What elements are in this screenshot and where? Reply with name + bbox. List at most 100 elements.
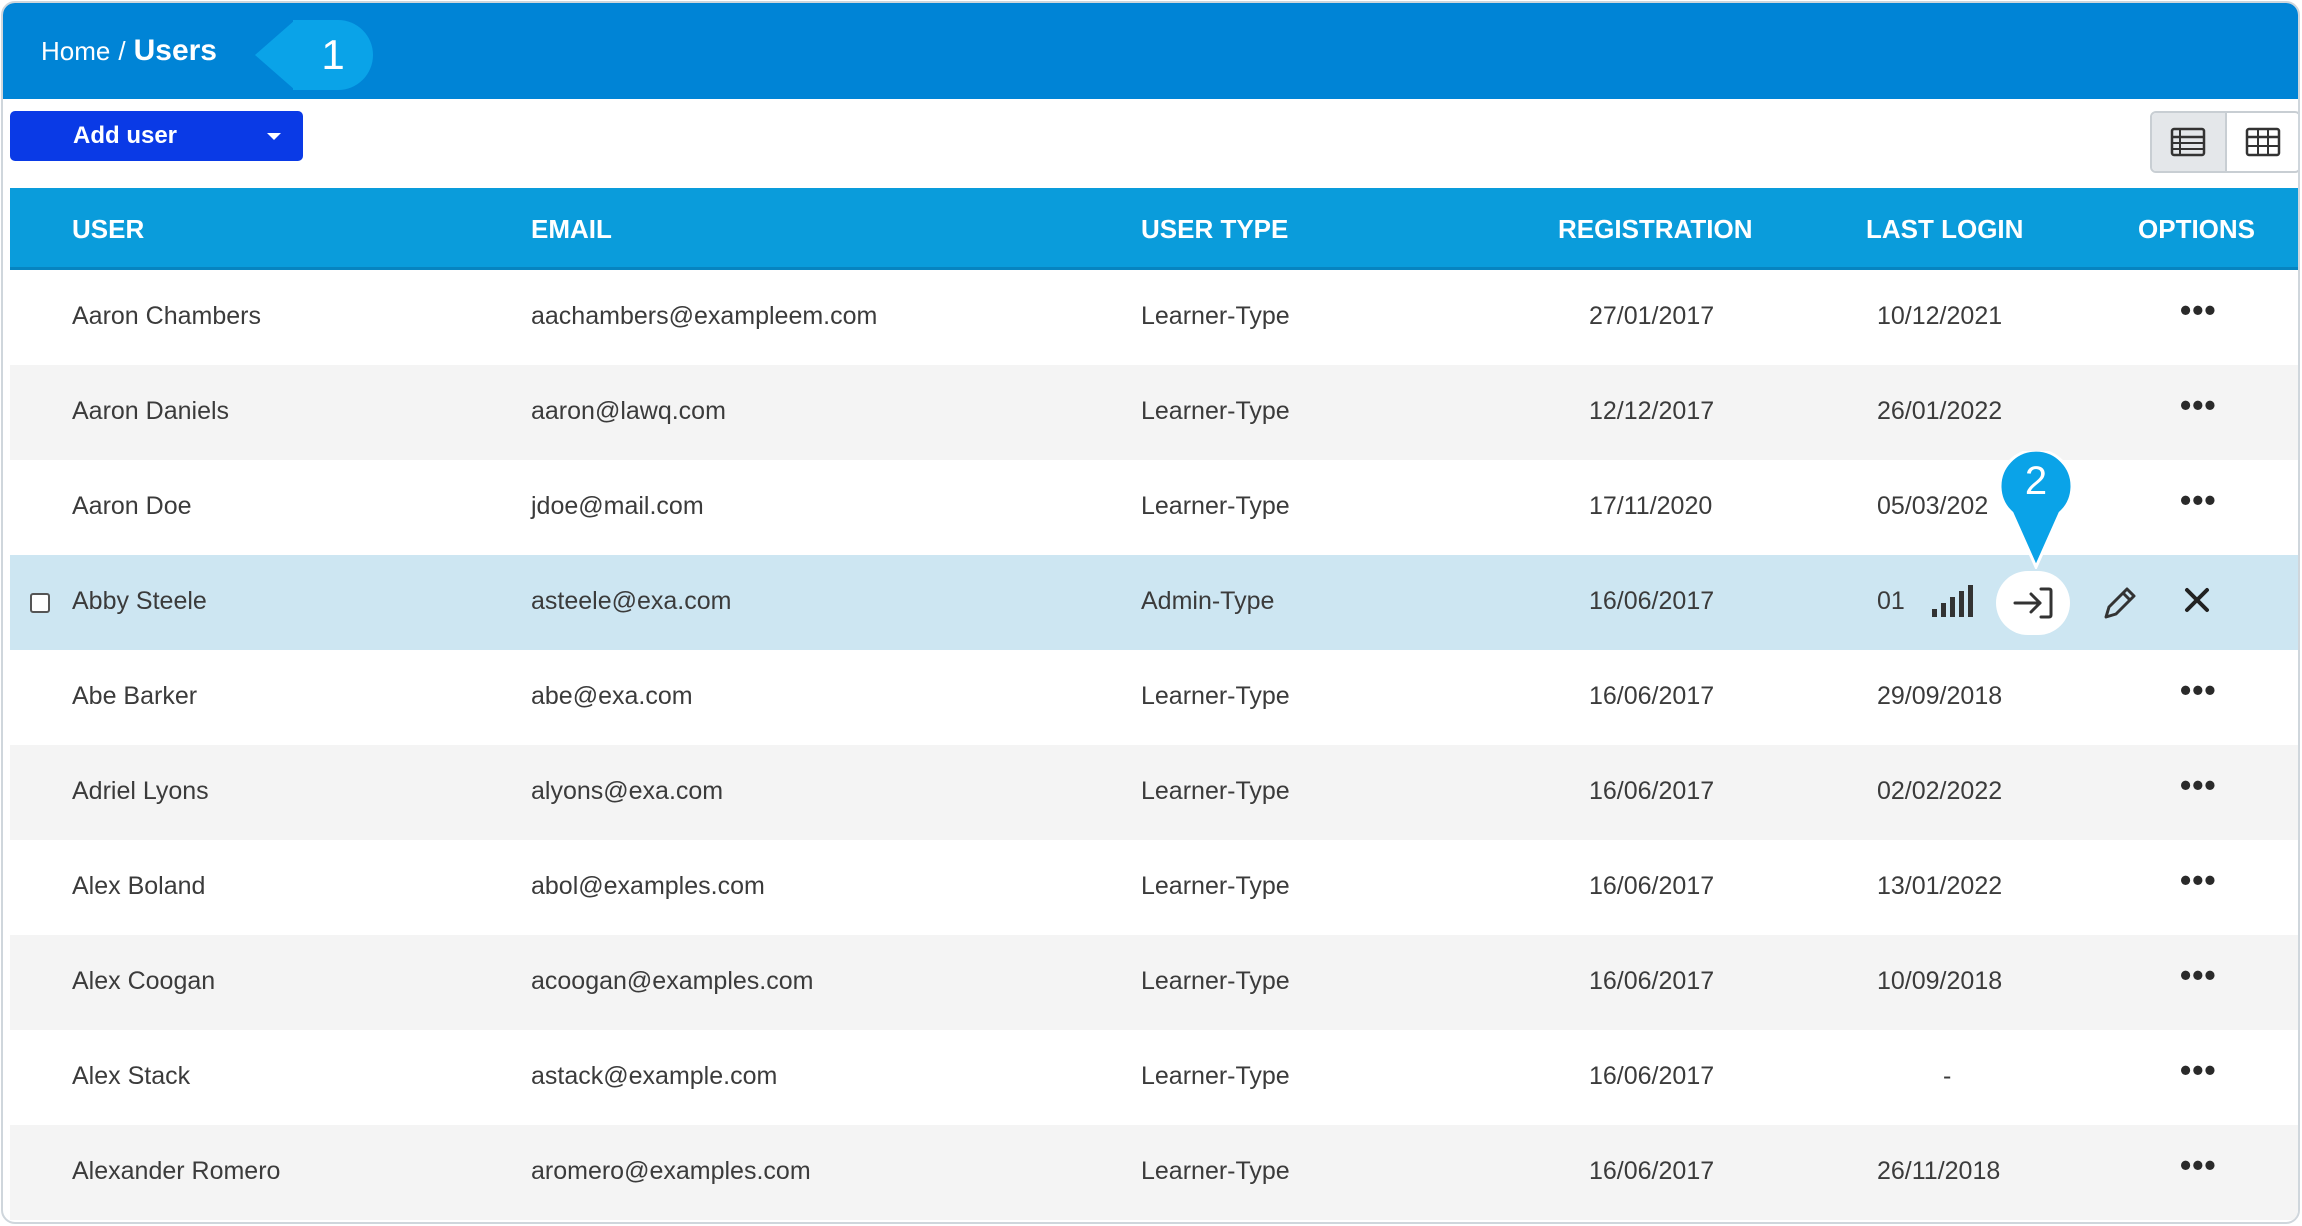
- login-arrow-icon: [2013, 587, 2053, 619]
- more-options-icon[interactable]: •••: [2180, 1149, 2217, 1181]
- user-type: Learner-Type: [1141, 397, 1290, 425]
- user-name: Alex Coogan: [72, 967, 216, 995]
- last-login-date: 13/01/2022: [1877, 872, 2003, 900]
- registration-date: 16/06/2017: [1589, 1157, 1715, 1185]
- list-view-button[interactable]: [2152, 113, 2227, 171]
- grid-view-button[interactable]: [2227, 113, 2299, 171]
- callout-pointer: [255, 20, 295, 90]
- user-type: Learner-Type: [1141, 1062, 1290, 1090]
- list-view-icon: [2171, 127, 2206, 157]
- user-email: alyons@exa.com: [531, 777, 724, 805]
- user-type: Learner-Type: [1141, 1157, 1290, 1185]
- more-options-icon[interactable]: •••: [2180, 674, 2217, 706]
- user-name: Abe Barker: [72, 682, 198, 710]
- row-select-checkbox[interactable]: [30, 593, 50, 613]
- table-row[interactable]: Alex Stack astack@example.com Learner-Ty…: [10, 1030, 2298, 1125]
- more-options-icon[interactable]: •••: [2180, 769, 2217, 801]
- user-type: Learner-Type: [1141, 777, 1290, 805]
- callout-number: 1: [293, 20, 373, 90]
- table-row[interactable]: Alexander Romero aromero@examples.com Le…: [10, 1125, 2298, 1220]
- user-name: Abby Steele: [72, 587, 207, 615]
- registration-date: 16/06/2017: [1589, 872, 1715, 900]
- user-email: asteele@exa.com: [531, 587, 732, 615]
- column-header-email[interactable]: EMAIL: [531, 214, 612, 245]
- breadcrumb-current: Users: [133, 34, 217, 67]
- grid-view-icon: [2245, 127, 2280, 157]
- registration-date: 16/06/2017: [1589, 587, 1715, 615]
- user-email: aromero@examples.com: [531, 1157, 811, 1185]
- user-name: Aaron Daniels: [72, 397, 230, 425]
- last-login-date: 29/09/2018: [1877, 682, 2003, 710]
- breadcrumb-separator: /: [118, 35, 126, 66]
- edit-pencil-icon[interactable]: [2100, 583, 2140, 623]
- user-type: Learner-Type: [1141, 967, 1290, 995]
- last-login-date: 26/01/2022: [1877, 397, 2003, 425]
- user-email: aaron@lawq.com: [531, 397, 726, 425]
- last-login-date: 26/11/2018: [1877, 1157, 2001, 1185]
- more-options-icon[interactable]: •••: [2180, 864, 2217, 896]
- breadcrumb: Home / Users: [41, 31, 217, 71]
- more-options-icon[interactable]: •••: [2180, 959, 2217, 991]
- column-header-registration[interactable]: REGISTRATION: [1558, 214, 1753, 245]
- user-type: Learner-Type: [1141, 492, 1290, 520]
- registration-date: 17/11/2020: [1589, 492, 1713, 520]
- last-login-date: -: [1943, 1062, 1952, 1090]
- user-name: Aaron Chambers: [72, 302, 261, 330]
- close-icon[interactable]: [2182, 585, 2212, 615]
- registration-date: 16/06/2017: [1589, 777, 1715, 805]
- user-email: aachambers@exampleem.com: [531, 302, 878, 330]
- column-header-last-login[interactable]: LAST LOGIN: [1866, 214, 2023, 245]
- top-bar: Home / Users 1: [3, 3, 2298, 99]
- login-as-user-button[interactable]: [1996, 571, 2070, 635]
- table-header: USER EMAIL USER TYPE REGISTRATION LAST L…: [10, 188, 2298, 270]
- more-options-icon[interactable]: •••: [2180, 484, 2217, 516]
- user-email: astack@example.com: [531, 1062, 778, 1090]
- user-email: abol@examples.com: [531, 872, 765, 900]
- table-row[interactable]: Alex Coogan acoogan@examples.com Learner…: [10, 935, 2298, 1030]
- user-name: Alexander Romero: [72, 1157, 281, 1185]
- column-header-options: OPTIONS: [2138, 214, 2256, 244]
- user-type: Learner-Type: [1141, 682, 1290, 710]
- table-row[interactable]: Abe Barker abe@exa.com Learner-Type 16/0…: [10, 650, 2298, 745]
- callout-marker-1: 1: [255, 20, 373, 90]
- user-name: Alex Stack: [72, 1062, 191, 1090]
- registration-date: 27/01/2017: [1589, 302, 1715, 330]
- table-row[interactable]: Aaron Chambers aachambers@exampleem.com …: [10, 270, 2298, 365]
- more-options-icon[interactable]: •••: [2180, 1054, 2217, 1086]
- last-login-date: 05/03/202: [1877, 492, 1989, 520]
- user-email: abe@exa.com: [531, 682, 693, 710]
- table-row[interactable]: Aaron Doe jdoe@mail.com Learner-Type 17/…: [10, 460, 2298, 555]
- app-frame: Home / Users 1 Add user USER EMAIL USER …: [1, 1, 2300, 1224]
- user-type: Learner-Type: [1141, 872, 1290, 900]
- view-toggle: [2150, 111, 2299, 173]
- table-row[interactable]: Adriel Lyons alyons@exa.com Learner-Type…: [10, 745, 2298, 840]
- add-user-button[interactable]: Add user: [10, 111, 303, 161]
- table-row-hovered[interactable]: Abby Steele asteele@exa.com Admin-Type 1…: [10, 555, 2298, 650]
- progress-signal-icon[interactable]: [1930, 583, 1978, 619]
- user-name: Aaron Doe: [72, 492, 192, 520]
- more-options-icon[interactable]: •••: [2180, 294, 2217, 326]
- registration-date: 12/12/2017: [1589, 397, 1715, 425]
- user-type: Learner-Type: [1141, 302, 1290, 330]
- registration-date: 16/06/2017: [1589, 682, 1715, 710]
- last-login-date: 10/12/2021: [1877, 302, 2003, 330]
- user-email: jdoe@mail.com: [531, 492, 704, 520]
- chevron-down-icon[interactable]: [267, 133, 281, 140]
- user-type: Admin-Type: [1141, 587, 1275, 615]
- callout-marker-2: 2: [1998, 451, 2074, 569]
- last-login-date: 02/02/2022: [1877, 777, 2003, 805]
- registration-date: 16/06/2017: [1589, 967, 1715, 995]
- user-name: Alex Boland: [72, 872, 206, 900]
- column-header-user[interactable]: USER: [72, 214, 144, 245]
- more-options-icon[interactable]: •••: [2180, 389, 2217, 421]
- user-email: acoogan@examples.com: [531, 967, 814, 995]
- registration-date: 16/06/2017: [1589, 1062, 1715, 1090]
- last-login-date: 01: [1877, 587, 1905, 615]
- column-header-user-type[interactable]: USER TYPE: [1141, 214, 1288, 245]
- callout-number: 2: [2024, 459, 2048, 503]
- last-login-date: 10/09/2018: [1877, 967, 2003, 995]
- breadcrumb-home-link[interactable]: Home: [41, 36, 110, 67]
- table-row[interactable]: Alex Boland abol@examples.com Learner-Ty…: [10, 840, 2298, 935]
- table-row[interactable]: Aaron Daniels aaron@lawq.com Learner-Typ…: [10, 365, 2298, 460]
- user-name: Adriel Lyons: [72, 777, 209, 805]
